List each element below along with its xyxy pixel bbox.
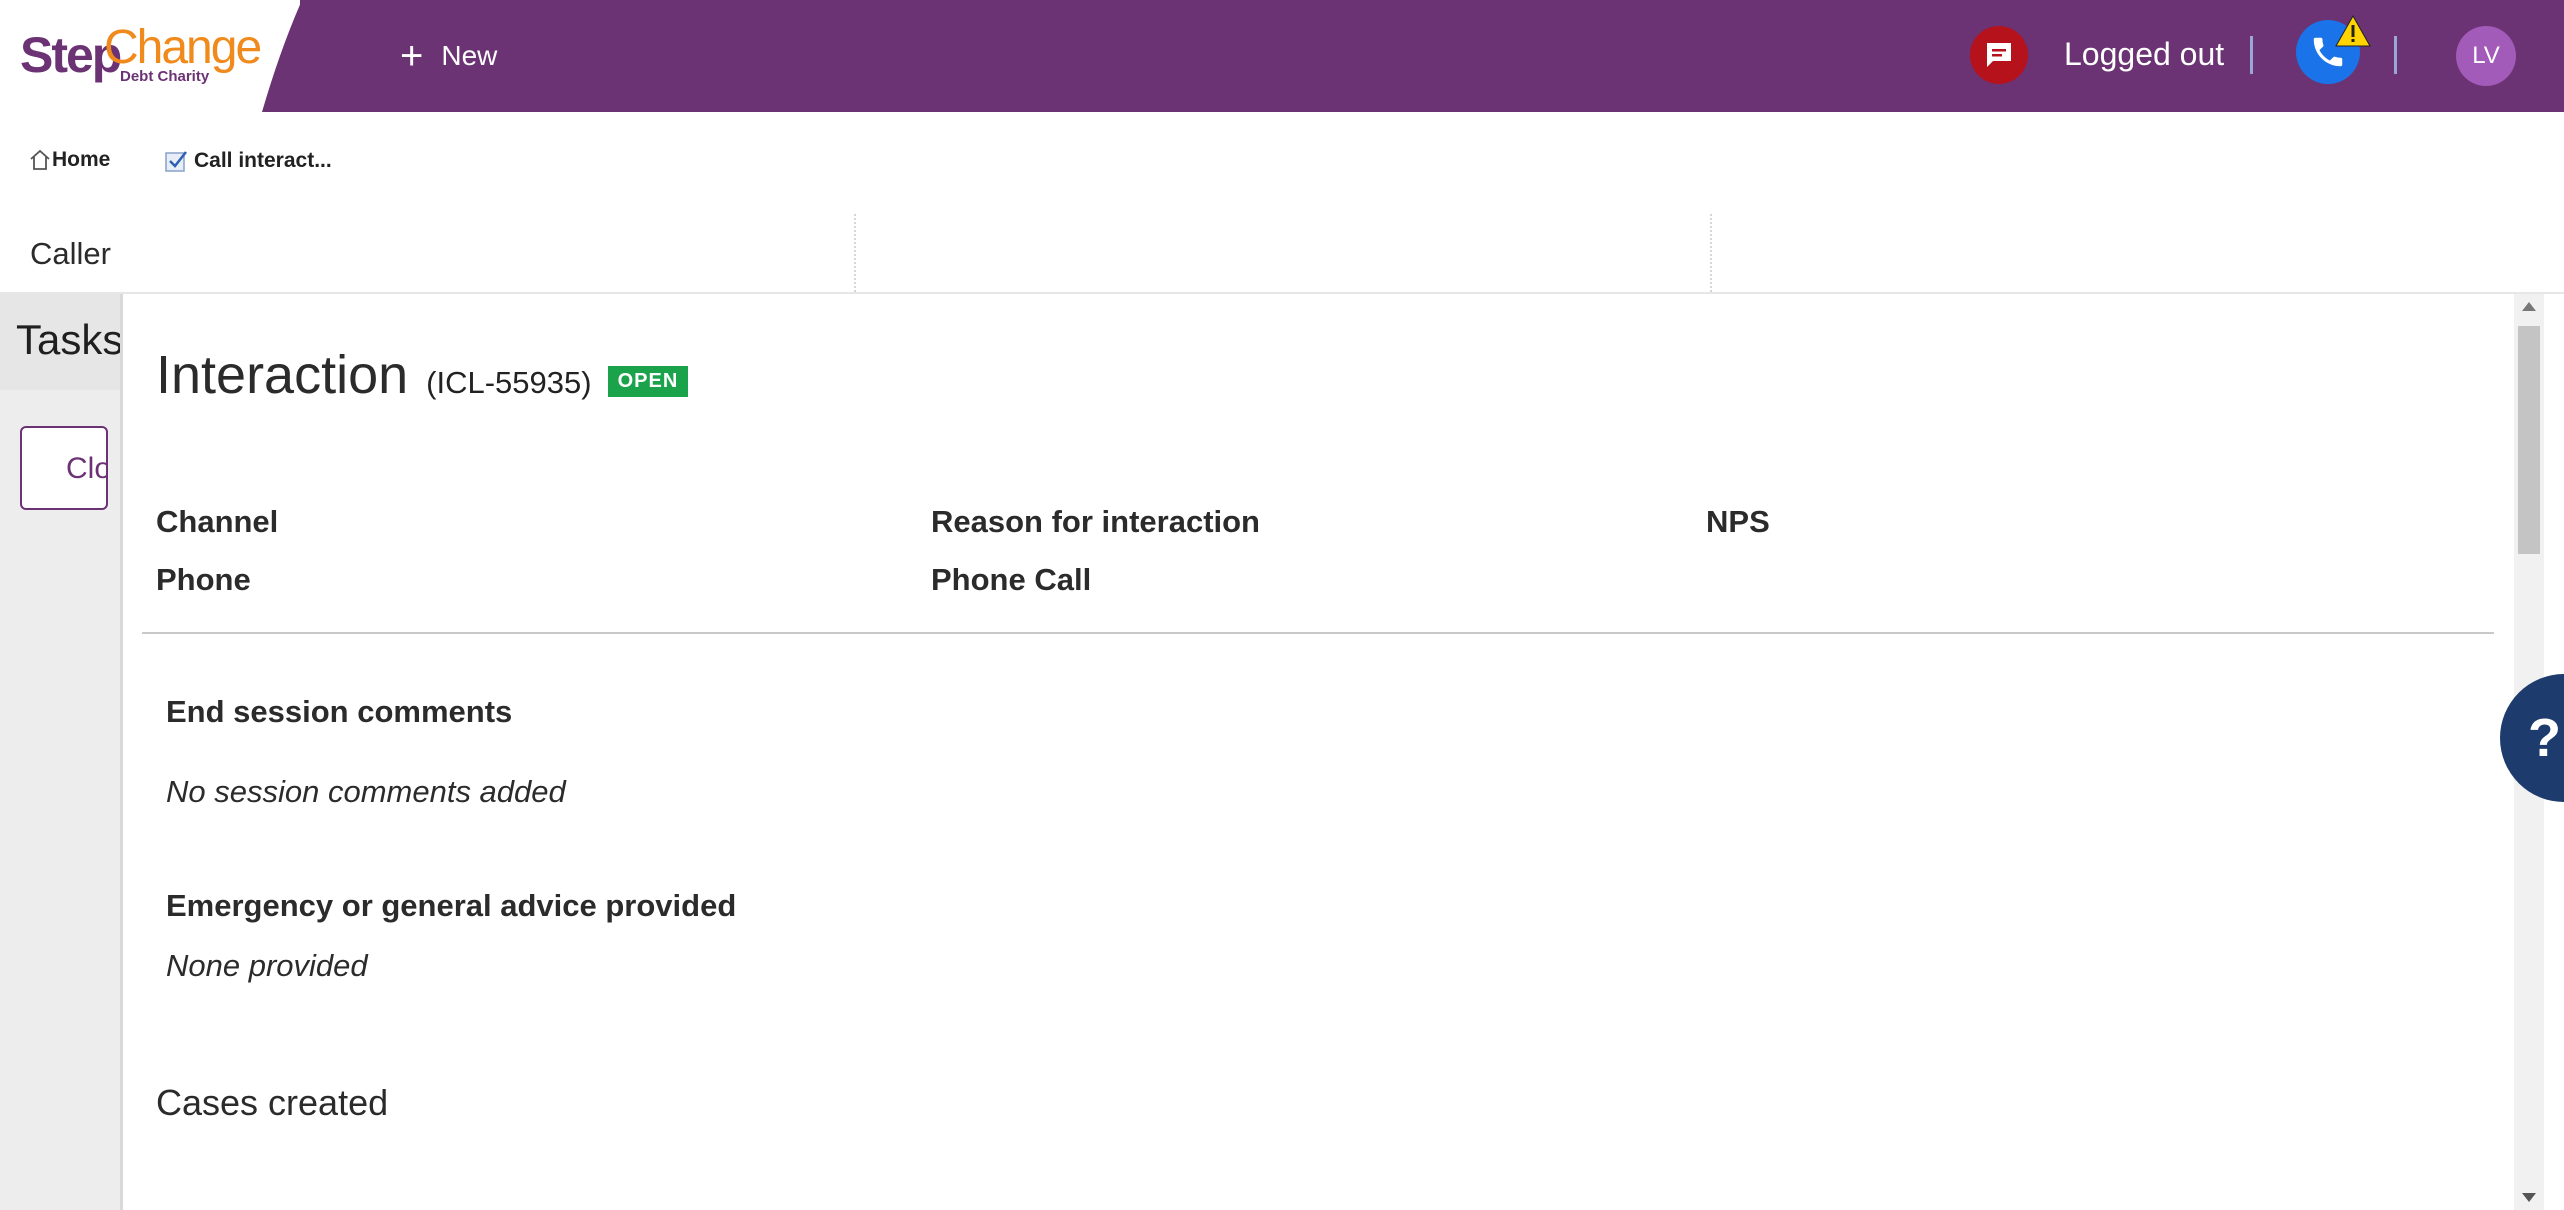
caller-cell-empty [1712,214,2562,292]
advice-value: None provided [166,948,368,983]
breadcrumb-home[interactable]: Home [28,148,110,172]
new-button[interactable]: + New [400,32,497,80]
breadcrumb-label: Call interact... [194,149,332,172]
avatar-initials: LV [2472,42,2500,69]
divider [142,632,2494,634]
advice-heading: Emergency or general advice provided [166,888,737,923]
channel-value: Phone [156,562,251,597]
nps-label: NPS [1706,504,1770,539]
new-button-label: New [441,40,498,71]
interaction-id: (ICL-55935) [426,365,592,400]
separator [2250,36,2253,74]
interaction-header: Interaction (ICL-55935) OPEN [156,344,689,406]
page-title: Interaction [156,345,409,405]
status-badge: OPEN [607,366,689,397]
close-button-label: Close [66,452,106,485]
home-icon [30,149,50,170]
end-session-heading: End session comments [166,694,513,729]
chat-icon[interactable] [1970,26,2028,84]
breadcrumb-label: Home [52,148,111,171]
top-bar: Step Change Debt Charity + New Logged ou… [0,0,2564,112]
logo-change-text: Change [104,21,262,74]
brand-logo[interactable]: Step Change Debt Charity [0,0,300,112]
user-avatar[interactable]: LV [2456,26,2516,86]
interaction-panel: Interaction (ICL-55935) OPEN Channel Pho… [126,300,2506,1210]
logo-subtitle: Debt Charity [120,68,210,85]
reason-value: Phone Call [931,562,1092,597]
breadcrumb-call-interaction[interactable]: Call interact... [164,148,332,174]
breadcrumb: Home Call interact... [0,112,2564,210]
close-button[interactable]: Close [20,426,108,510]
caller-bar: Caller [0,214,2564,294]
tasks-title: Tasks [16,316,123,363]
help-button[interactable]: ? [2500,674,2564,802]
reason-label: Reason for interaction [931,504,1260,539]
caller-label: Caller [30,236,111,271]
channel-label: Channel [156,504,279,539]
separator [2394,36,2397,74]
checkbox-icon [165,151,187,172]
scroll-up-arrow-icon[interactable] [2522,302,2536,311]
caller-cell: Caller [0,214,856,292]
scroll-thumb[interactable] [2518,326,2540,554]
scroll-down-arrow-icon[interactable] [2522,1193,2536,1202]
end-session-value: No session comments added [166,774,566,809]
warning-icon [2335,14,2371,47]
login-status: Logged out [2064,36,2225,72]
caller-cell-empty [856,214,1712,292]
tasks-sidebar: Tasks Close [0,294,123,1210]
tasks-header: Tasks [0,294,120,390]
help-icon: ? [2528,708,2561,768]
cases-heading: Cases created [156,1082,389,1123]
plus-icon: + [400,34,424,78]
